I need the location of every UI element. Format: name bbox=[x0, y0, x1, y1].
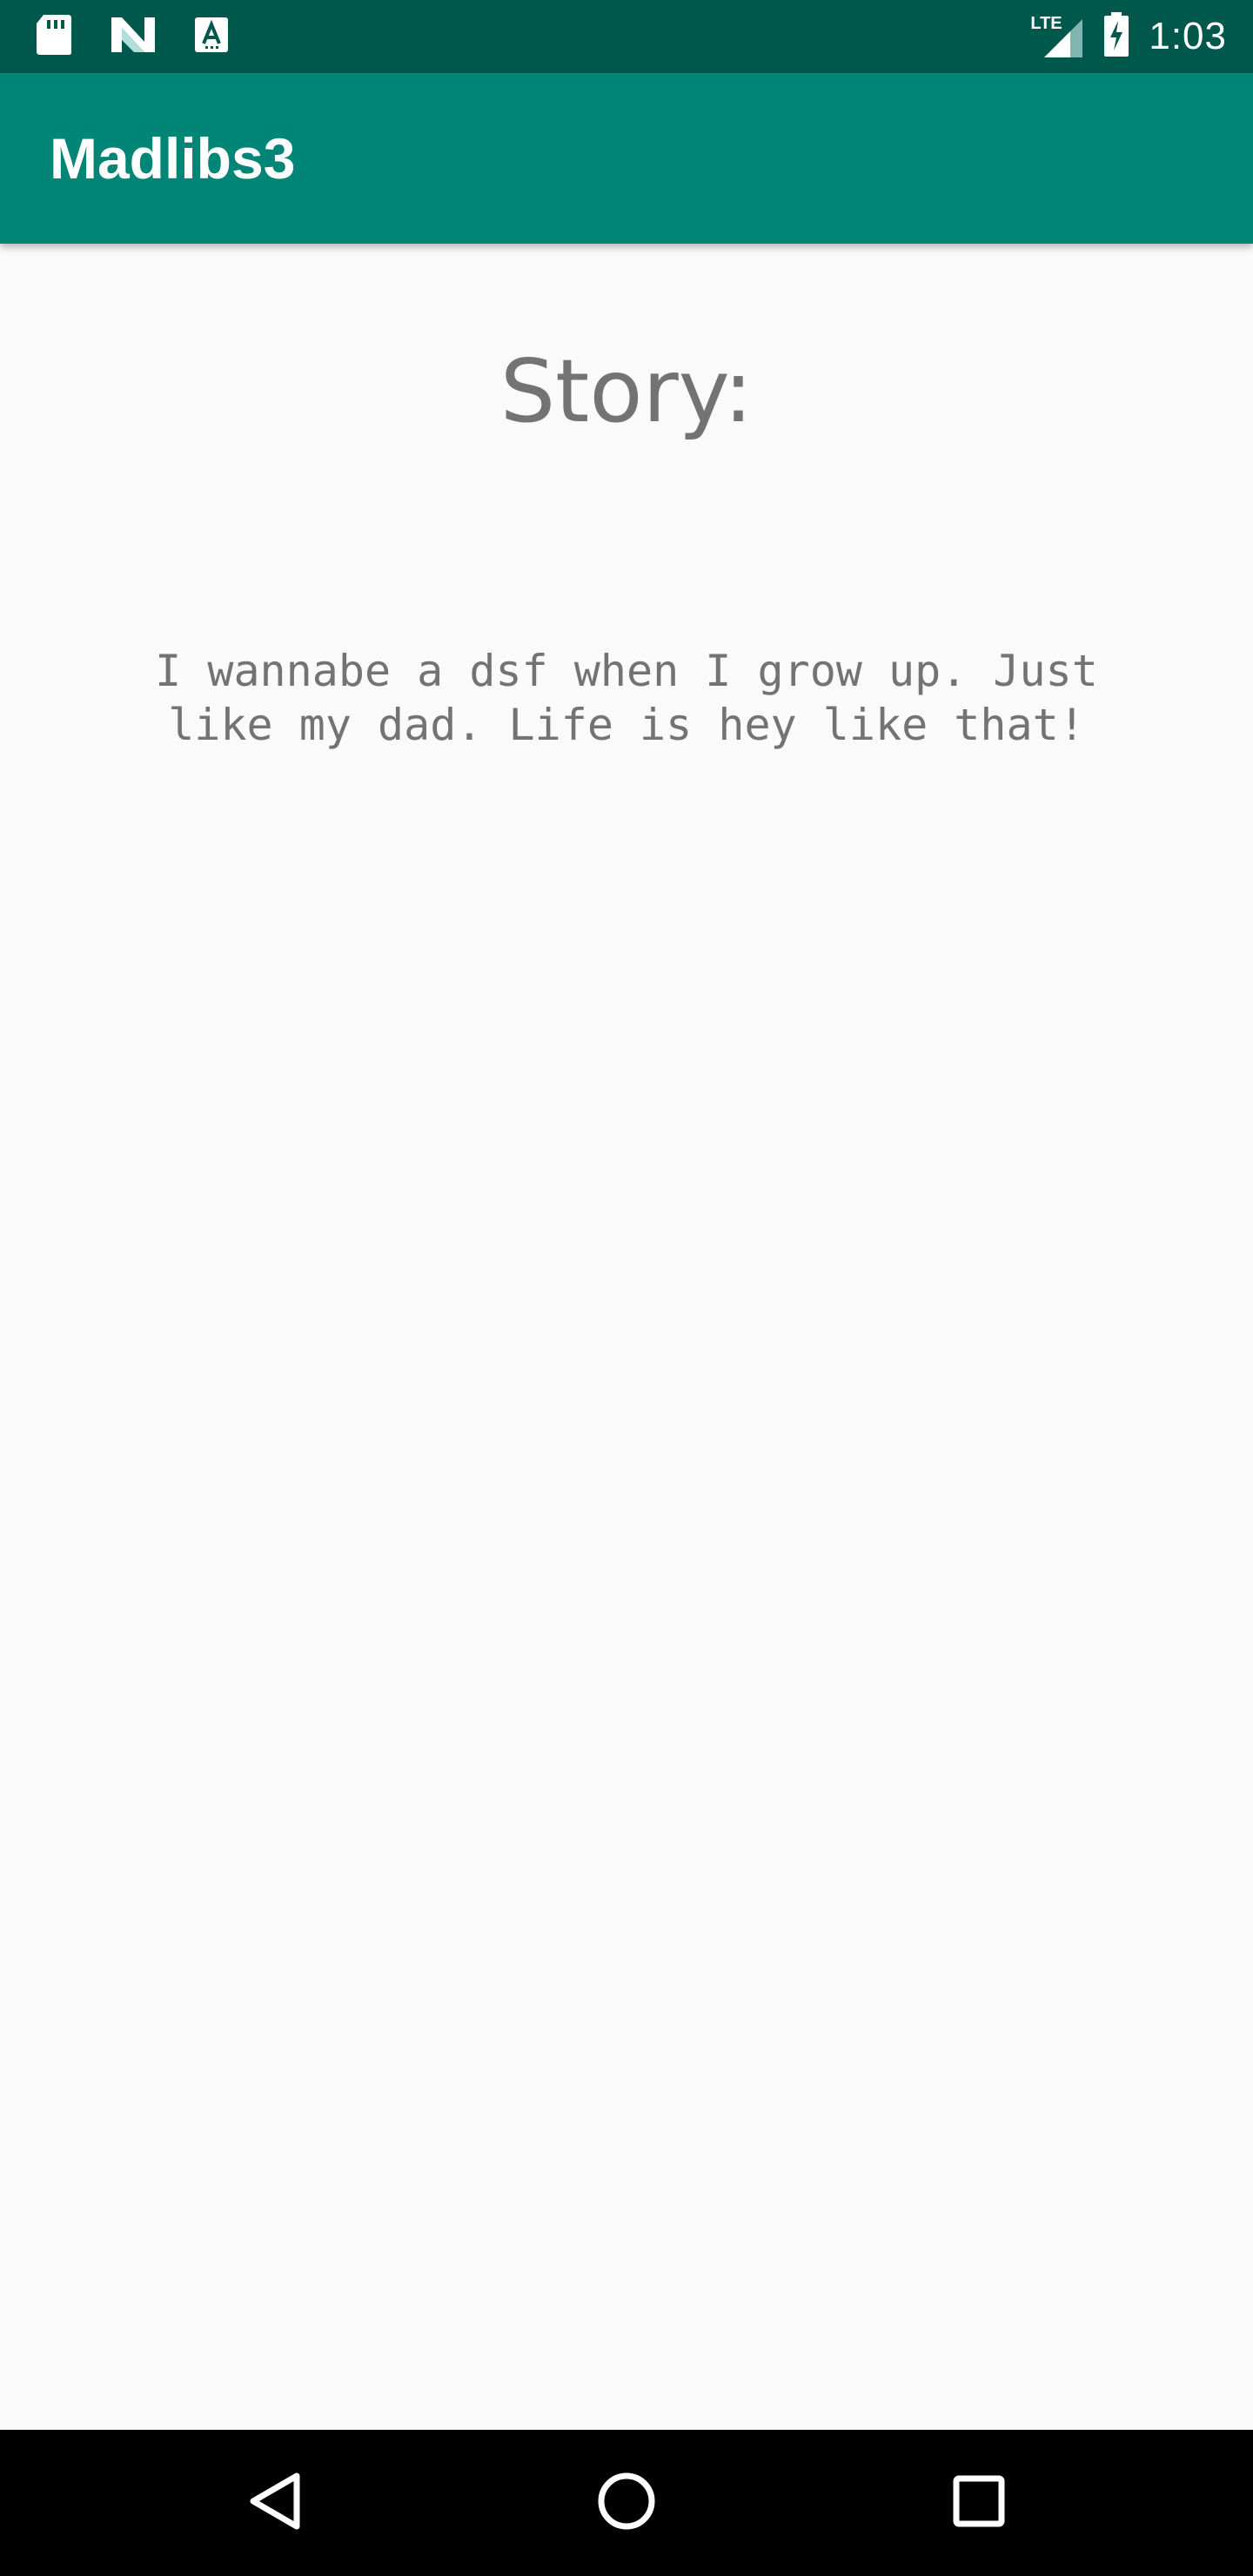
home-icon bbox=[596, 2471, 657, 2536]
status-right-icons: LTE 1:03 bbox=[1030, 0, 1227, 73]
home-button[interactable] bbox=[574, 2451, 679, 2555]
story-heading: Story: bbox=[499, 340, 754, 442]
app-bar: Madlibs3 bbox=[0, 73, 1253, 244]
story-screen: Story: I wannabe a dsf when I grow up. J… bbox=[0, 244, 1253, 2430]
battery-charging-icon bbox=[1103, 11, 1129, 62]
app-title: Madlibs3 bbox=[50, 126, 296, 191]
status-bar: LTE 1:03 bbox=[0, 0, 1253, 73]
signal-icon: LTE bbox=[1030, 14, 1084, 59]
a-notification-icon bbox=[193, 16, 230, 58]
navigation-bar bbox=[0, 2430, 1253, 2576]
back-icon bbox=[246, 2471, 304, 2536]
back-button[interactable] bbox=[223, 2451, 327, 2555]
sd-card-icon bbox=[35, 13, 73, 61]
recents-button[interactable] bbox=[927, 2451, 1031, 2555]
story-text: I wannabe a dsf when I grow up. Just lik… bbox=[155, 646, 1098, 750]
status-time: 1:03 bbox=[1149, 15, 1227, 57]
status-left-icons bbox=[35, 14, 230, 59]
n-notification-icon bbox=[110, 16, 157, 58]
recents-icon bbox=[952, 2474, 1006, 2532]
